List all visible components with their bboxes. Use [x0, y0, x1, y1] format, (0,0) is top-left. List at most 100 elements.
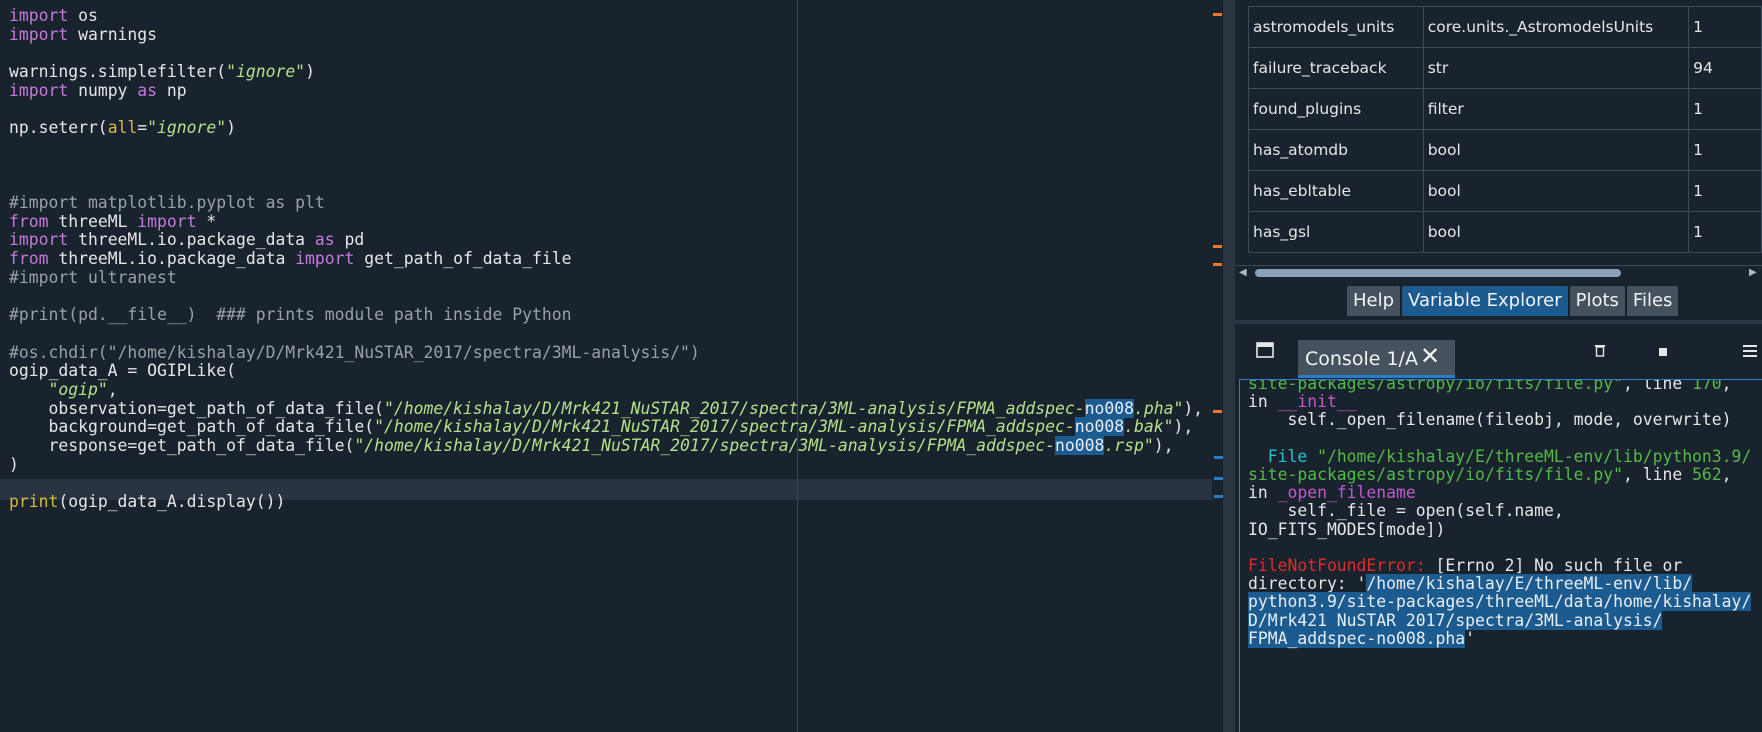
triangle-left-icon[interactable]: ◀	[1239, 267, 1247, 278]
token: from	[9, 211, 49, 231]
console-line: File "/home/kishalay/E/threeML-env/lib/p…	[1248, 446, 1752, 467]
token: ,	[1721, 465, 1732, 484]
table-row[interactable]: has_gsl bool 1	[1248, 211, 1762, 253]
token: )	[226, 118, 236, 138]
console-line: in __init__	[1248, 392, 1357, 412]
console-line: D/Mrk421_NuSTAR_2017/spectra/3ML-analysi…	[1248, 610, 1663, 631]
token: IO_FITS_MODES[mode])	[1248, 519, 1446, 539]
code-line: print(ogip_data_A.display())	[9, 491, 285, 512]
token: ogip_data_A = OGIPLike(	[9, 361, 236, 381]
token: os	[68, 6, 98, 25]
scrollbar-thumb[interactable]	[1255, 269, 1621, 277]
table-row[interactable]: found_plugins filter 1	[1248, 88, 1762, 130]
right-panes: astromodels_units core.units._Astromodels…	[1235, 0, 1762, 732]
variable-name-cell: has_ebltable	[1248, 170, 1424, 212]
tab-help[interactable]: Help	[1347, 286, 1401, 316]
stop-icon[interactable]	[1659, 348, 1667, 356]
token: print	[9, 492, 59, 512]
token: warnings.simplefilter(	[9, 62, 227, 82]
variable-size-cell: 94	[1688, 47, 1762, 89]
token: #import ultranest	[9, 267, 177, 287]
code-line: np.seterr(all="ignore")	[9, 117, 236, 138]
occurrence-marker[interactable]	[1214, 456, 1223, 459]
warning-marker[interactable]	[1213, 13, 1222, 16]
token: ),	[1153, 436, 1174, 456]
token: in	[1248, 392, 1278, 412]
console-output[interactable]: site-packages/astropy/io/fits/file.py", …	[1239, 379, 1762, 732]
token: self._file = open(self.name,	[1248, 501, 1564, 521]
code-line: #print(pd.__file__) ### prints module pa…	[9, 304, 571, 325]
table-row[interactable]: has_ebltable bool 1	[1248, 170, 1762, 212]
trash-icon[interactable]	[1594, 343, 1606, 357]
token: [Errno 2] No such file or	[1435, 556, 1683, 575]
token: import	[9, 24, 69, 44]
variable-name-cell: failure_traceback	[1248, 47, 1424, 89]
tab-files[interactable]: Files	[1626, 286, 1679, 316]
edge-line	[797, 0, 798, 732]
token: directory: '	[1248, 574, 1367, 594]
triangle-right-icon[interactable]: ▶	[1749, 267, 1757, 278]
token: np.seterr(	[9, 118, 108, 138]
token: no008	[1084, 398, 1134, 418]
token: /home/kishalay/E/threeML-env/lib/	[1366, 574, 1693, 594]
console-line: FPMA_addspec-no008.pha'	[1248, 628, 1475, 649]
console-tab-label[interactable]: Console 1/A	[1305, 348, 1418, 370]
close-icon[interactable]: ✕	[1420, 342, 1440, 370]
token: File	[1248, 446, 1318, 466]
token: )	[9, 454, 19, 474]
table-row[interactable]: failure_traceback str 94	[1248, 47, 1762, 89]
token: )	[305, 62, 315, 82]
token: #import matplotlib.pyplot as plt	[9, 193, 325, 212]
token: threeML.io.package_data	[48, 249, 296, 269]
console-line: self._open_filename(fileobj, mode, overw…	[1248, 410, 1732, 430]
token: self._open_filename(fileobj, mode, overw…	[1248, 410, 1732, 430]
token: site-packages/astropy/io/fits/file.py"	[1248, 379, 1623, 393]
tab-plots[interactable]: Plots	[1569, 286, 1625, 316]
warning-marker[interactable]	[1213, 245, 1222, 248]
token: ),	[1183, 398, 1204, 418]
code-line: response=get_path_of_data_file("/home/ki…	[9, 435, 1173, 456]
token: import	[295, 249, 355, 269]
token: "ogip"	[48, 380, 108, 399]
warning-marker[interactable]	[1213, 263, 1222, 266]
token: ,	[107, 380, 118, 399]
code-editor[interactable]: import os import warnings warnings.simplef…	[0, 0, 1223, 732]
token: "ignore"	[226, 62, 306, 82]
hamburger-menu-icon[interactable]	[1743, 345, 1757, 357]
console-line: python3.9/site-packages/threeML/data/hom…	[1248, 592, 1752, 612]
tab-variable-explorer[interactable]: Variable Explorer	[1402, 286, 1568, 316]
variable-name-cell: has_gsl	[1248, 211, 1424, 253]
occurrence-marker[interactable]	[1214, 495, 1223, 498]
table-row[interactable]: astromodels_units core.units._Astromodels…	[1248, 6, 1762, 48]
console-line: directory: '/home/kishalay/E/threeML-env…	[1248, 574, 1693, 594]
token: , line	[1622, 379, 1693, 393]
variable-size-cell: 1	[1688, 211, 1762, 253]
token: *	[196, 211, 217, 231]
token: np	[157, 80, 187, 100]
token: __init__	[1277, 392, 1357, 412]
token: ,	[1721, 379, 1732, 393]
splitter-handle[interactable]	[1223, 0, 1235, 732]
variable-size-cell: 1	[1688, 6, 1762, 48]
token: no008	[1074, 417, 1125, 437]
variable-type-cell: bool	[1422, 211, 1690, 253]
token: ),	[1173, 417, 1194, 437]
token: get_path_of_data_file	[354, 249, 572, 269]
token: "/home/kishalay/D/Mrk421_NuSTAR_2017/spe…	[354, 436, 1056, 456]
variable-name-cell: astromodels_units	[1248, 6, 1424, 48]
token: =	[137, 118, 148, 138]
window-icon[interactable]	[1256, 342, 1274, 358]
warning-marker[interactable]	[1213, 410, 1222, 413]
table-row[interactable]: has_atomdb bool 1	[1248, 129, 1762, 171]
variable-name-cell: has_atomdb	[1248, 129, 1424, 171]
variable-table: astromodels_units core.units._Astromodels…	[1248, 6, 1762, 253]
token: "/home/kishalay/D/Mrk421_NuSTAR_2017/spe…	[374, 417, 1075, 437]
token: '	[1465, 628, 1475, 648]
token: , line	[1622, 465, 1693, 484]
token: FileNotFoundError:	[1248, 556, 1436, 575]
occurrence-marker[interactable]	[1214, 477, 1223, 480]
token: 170	[1692, 379, 1722, 393]
horizontal-scrollbar[interactable]: ◀ ▶	[1235, 265, 1762, 280]
token: FPMA_addspec-no008.pha	[1248, 628, 1466, 648]
